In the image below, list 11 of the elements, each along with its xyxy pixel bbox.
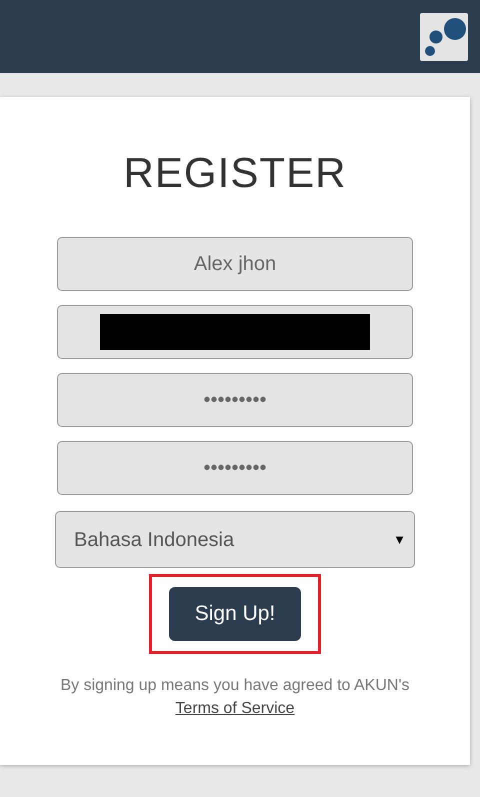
language-select[interactable]: Bahasa Indonesia ▼ [55, 511, 415, 568]
input-field[interactable]: Alex jhon [57, 237, 413, 291]
terms-notice: By signing up means you have agreed to AKUN's [60, 676, 410, 696]
input-field[interactable]: ••••••••• [57, 441, 413, 495]
dropdown-arrow: ▼ [393, 530, 406, 549]
page-title: REGISTER [123, 148, 347, 198]
sign-up-button[interactable]: Sign Up! [169, 587, 301, 641]
input-field[interactable]: ••••••••• [57, 373, 413, 427]
terms-link[interactable]: Terms of Service [175, 697, 295, 720]
logo-icon[interactable] [420, 12, 468, 60]
input-field[interactable] [57, 305, 413, 359]
